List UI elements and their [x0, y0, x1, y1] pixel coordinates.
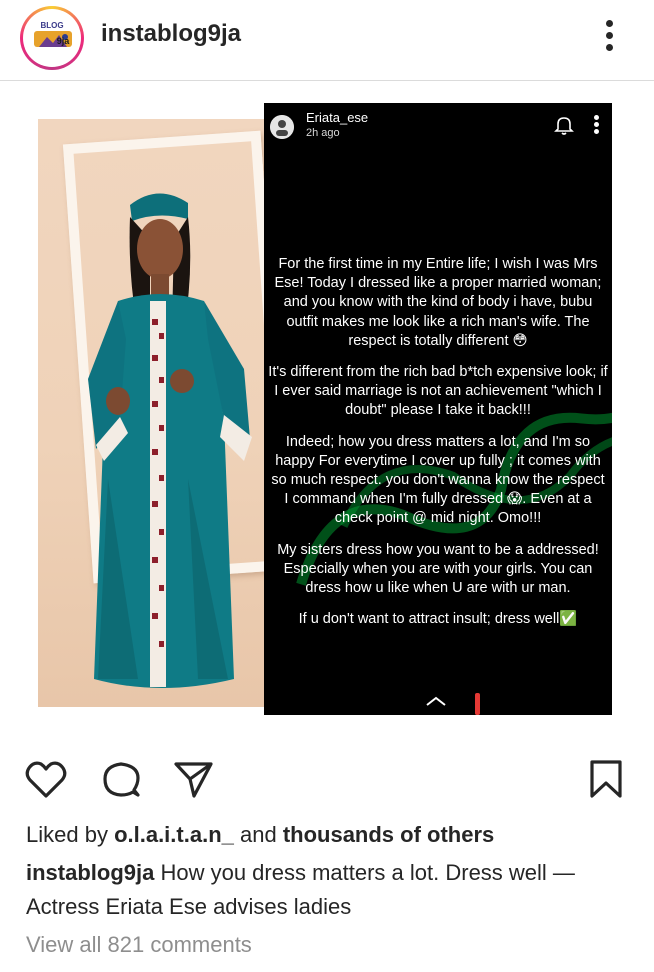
- likes-prefix: Liked by: [26, 822, 115, 847]
- dot-icon: [606, 44, 613, 51]
- avatar-inner: BLOG 9ja: [23, 9, 81, 67]
- post-username[interactable]: instablog9ja: [101, 20, 241, 48]
- chevron-up-icon: [426, 696, 446, 706]
- heart-icon[interactable]: [24, 758, 68, 802]
- caption-username[interactable]: instablog9ja: [26, 860, 154, 885]
- paper-plane-icon[interactable]: [172, 758, 214, 800]
- story-paragraph: If u don't want to attract insult; dress…: [298, 611, 578, 628]
- post-actions: [0, 750, 654, 806]
- actress-photo: [38, 119, 264, 707]
- story-avatar: [270, 115, 294, 139]
- red-marker: [475, 693, 480, 715]
- story-time: 2h ago: [306, 127, 340, 139]
- bookmark-icon[interactable]: [586, 758, 626, 800]
- bell-icon: [554, 117, 574, 135]
- view-comments-link[interactable]: View all 821 comments: [26, 932, 252, 958]
- story-text: For the first time in my Entire life; I …: [264, 255, 612, 641]
- story-paragraph: It's different from the rich bad b*tch e…: [268, 364, 608, 419]
- dot-icon: [606, 32, 613, 39]
- story-paragraph: Indeed; how you dress matters a lot, and…: [271, 433, 605, 527]
- story-author: Eriata_ese: [306, 110, 369, 125]
- liked-by-user[interactable]: o.l.a.i.t.a.n_: [114, 822, 234, 847]
- likes-middle: and: [233, 822, 283, 847]
- svg-text:9ja: 9ja: [57, 36, 71, 46]
- post-caption: instablog9ja How you dress matters a lot…: [26, 856, 636, 924]
- comment-icon[interactable]: [100, 758, 142, 800]
- post-header: BLOG 9ja instablog9ja: [0, 0, 654, 80]
- story-paragraph: My sisters dress how you want to be a ad…: [277, 541, 599, 597]
- instablog9ja-logo: BLOG 9ja: [25, 11, 79, 65]
- avatar[interactable]: BLOG 9ja: [20, 6, 84, 70]
- dot-icon: [606, 20, 613, 27]
- story-screenshot: Eriata_ese 2h ago For the first time in …: [264, 103, 612, 715]
- likes-line: Liked by o.l.a.i.t.a.n_ and thousands of…: [26, 822, 494, 848]
- more-options-button[interactable]: [596, 16, 624, 56]
- likes-others[interactable]: thousands of others: [283, 822, 494, 847]
- story-paragraph: For the first time in my Entire life; I …: [274, 256, 602, 349]
- svg-text:BLOG: BLOG: [40, 21, 63, 30]
- actress-figure: [88, 193, 252, 688]
- story-more-icon: [594, 115, 600, 135]
